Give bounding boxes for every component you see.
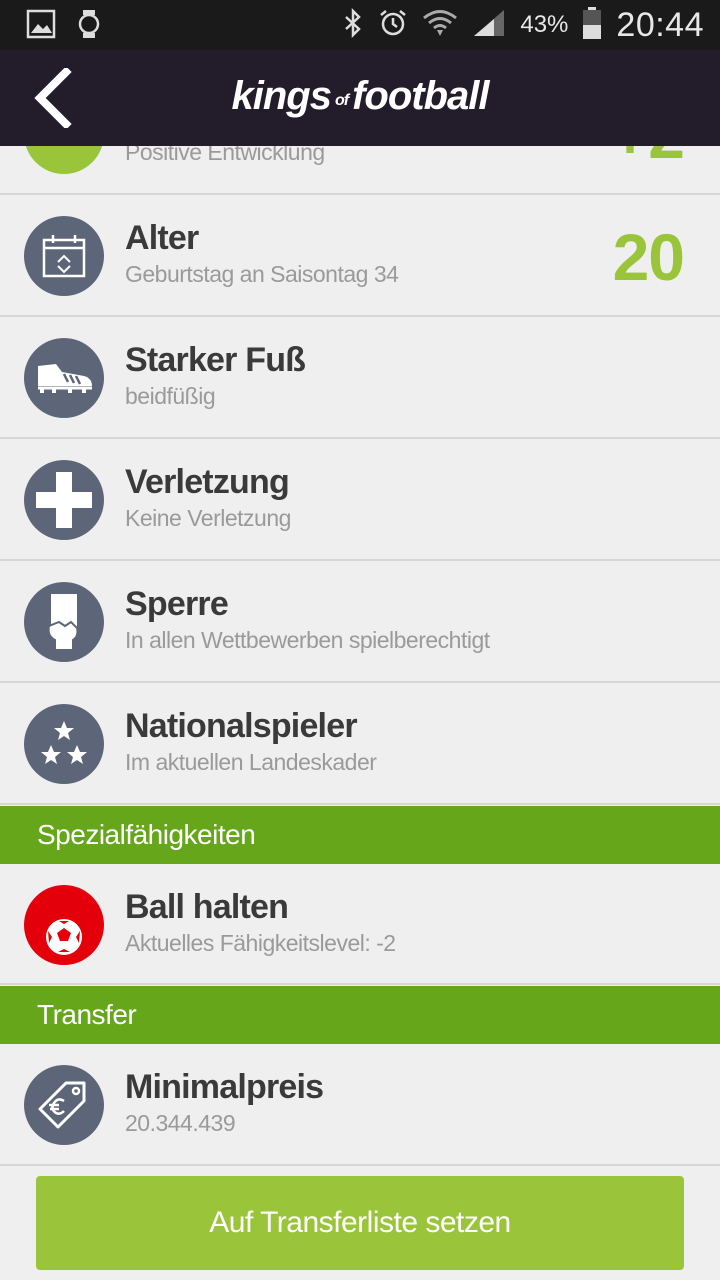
section-header-special-skills: Spezialfähigkeiten bbox=[0, 806, 720, 864]
stars-icon bbox=[24, 704, 104, 784]
referee-card-icon bbox=[24, 582, 104, 662]
alarm-icon bbox=[378, 8, 408, 43]
medical-cross-icon bbox=[24, 460, 104, 540]
list-item-national-player[interactable]: Nationalspieler Im aktuellen Landeskader bbox=[0, 683, 720, 805]
row-title: Sperre bbox=[125, 585, 229, 623]
signal-icon bbox=[472, 8, 506, 43]
list-item-injury[interactable]: Verletzung Keine Verletzung bbox=[0, 439, 720, 561]
list-item-strong-foot[interactable]: Starker Fuß beidfüßig bbox=[0, 317, 720, 439]
clock: 20:44 bbox=[616, 5, 704, 44]
status-bar: 43% 20:44 bbox=[0, 0, 720, 50]
bottom-action-bar: Auf Transferliste setzen bbox=[0, 1166, 720, 1280]
soccer-ball-icon bbox=[24, 885, 104, 965]
add-to-transfer-list-button[interactable]: Auf Transferliste setzen bbox=[36, 1176, 684, 1270]
row-subtitle: Im aktuellen Landeskader bbox=[125, 749, 377, 775]
row-subtitle: In allen Wettbewerben spielberechtigt bbox=[125, 627, 490, 653]
row-subtitle: beidfüßig bbox=[125, 383, 216, 409]
row-subtitle: Keine Verletzung bbox=[125, 505, 291, 531]
football-boot-icon bbox=[24, 338, 104, 418]
row-title: Nationalspieler bbox=[125, 707, 358, 745]
calendar-icon bbox=[24, 216, 104, 296]
section-header-transfer: Transfer bbox=[0, 986, 720, 1044]
list-item-minimum-price[interactable]: Minimalpreis 20.344.439 bbox=[0, 1044, 720, 1166]
row-subtitle: 20.344.439 bbox=[125, 1110, 236, 1136]
battery-icon bbox=[582, 6, 602, 45]
row-subtitle: Geburtstag an Saisontag 34 bbox=[125, 261, 399, 287]
gallery-icon bbox=[26, 9, 56, 44]
wifi-icon bbox=[422, 8, 458, 43]
age-value: 20 bbox=[612, 220, 685, 294]
row-title: Verletzung bbox=[125, 463, 290, 501]
list-item-ball-holding[interactable]: Ball halten Aktuelles Fähigkeitslevel: -… bbox=[0, 864, 720, 985]
row-title: Starker Fuß bbox=[125, 341, 306, 379]
watch-icon bbox=[78, 9, 100, 44]
row-title: Minimalpreis bbox=[125, 1068, 324, 1106]
battery-percent: 43% bbox=[520, 11, 569, 38]
row-title: Alter bbox=[125, 219, 199, 257]
row-subtitle: Aktuelles Fähigkeitslevel: -2 bbox=[125, 930, 396, 956]
row-title: Ball halten bbox=[125, 888, 289, 926]
euro-price-tag-icon bbox=[24, 1065, 104, 1145]
bluetooth-icon bbox=[342, 7, 364, 43]
list-item-age[interactable]: Alter Geburtstag an Saisontag 34 20 bbox=[0, 195, 720, 317]
list-item-suspension[interactable]: Sperre In allen Wettbewerben spielberech… bbox=[0, 561, 720, 683]
app-bar: kings of football bbox=[0, 50, 720, 146]
brand-logo: kings of football bbox=[231, 74, 489, 118]
